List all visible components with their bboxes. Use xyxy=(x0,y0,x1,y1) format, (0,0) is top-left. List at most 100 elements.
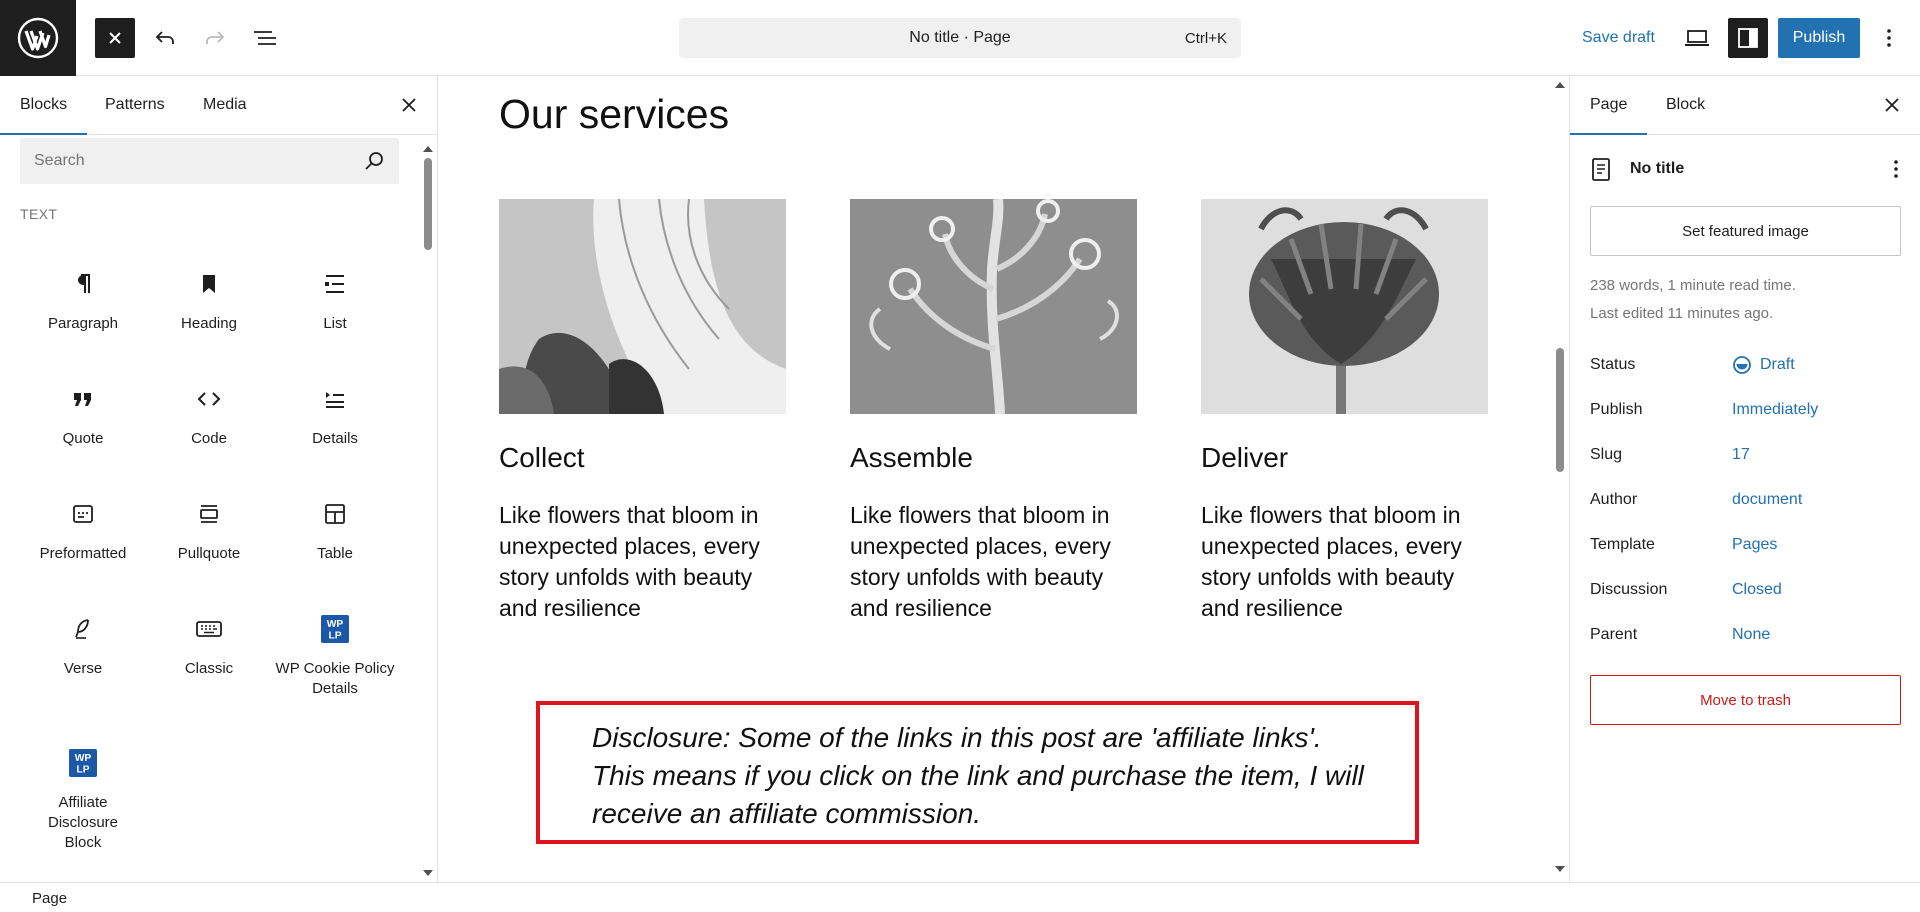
scrollbar-thumb[interactable] xyxy=(424,158,432,250)
paragraph-icon xyxy=(69,270,97,298)
slug-value[interactable]: 17 xyxy=(1732,446,1750,464)
heading-icon xyxy=(195,270,223,298)
service-description[interactable]: Like flowers that bloom in unexpected pl… xyxy=(499,500,789,624)
wordpress-logo-icon[interactable] xyxy=(0,0,76,76)
tab-blocks[interactable]: Blocks xyxy=(0,96,88,135)
undo-button[interactable] xyxy=(145,18,185,58)
property-label: Template xyxy=(1590,536,1655,553)
block-affiliate-disclosure[interactable]: WP LP Affiliate Disclosure Block xyxy=(20,749,146,853)
parent-value[interactable]: None xyxy=(1732,626,1770,644)
block-code[interactable]: Code xyxy=(146,385,272,449)
tab-block[interactable]: Block xyxy=(1666,96,1705,114)
block-pullquote[interactable]: Pullquote xyxy=(146,500,272,564)
desktop-icon xyxy=(1685,30,1709,46)
author-value[interactable]: document xyxy=(1732,491,1802,509)
service-title[interactable]: Collect xyxy=(499,442,585,474)
block-quote[interactable]: Quote xyxy=(20,385,146,449)
details-icon xyxy=(321,385,349,413)
block-preformatted[interactable]: Preformatted xyxy=(20,500,146,564)
document-overview-button[interactable] xyxy=(245,18,285,58)
svg-text:LP: LP xyxy=(328,630,341,641)
property-label: Discussion xyxy=(1590,581,1668,598)
editor-header: No title · Page Ctrl+K Save draft Publis… xyxy=(0,0,1920,76)
preview-button[interactable] xyxy=(1677,18,1717,58)
status-value[interactable]: Draft xyxy=(1760,356,1795,374)
publish-button[interactable]: Publish xyxy=(1778,18,1860,58)
block-heading[interactable]: Heading xyxy=(146,270,272,334)
block-label: List xyxy=(323,315,347,332)
property-label: Author xyxy=(1590,491,1638,508)
close-inserter-button[interactable] xyxy=(95,18,135,58)
property-parent: Parent None xyxy=(1590,626,1901,650)
list-icon xyxy=(321,270,349,298)
property-label: Status xyxy=(1590,356,1636,373)
inserter-scrollbar[interactable] xyxy=(420,142,436,882)
block-details[interactable]: Details xyxy=(272,385,398,449)
discussion-value[interactable]: Closed xyxy=(1732,581,1782,599)
quote-icon xyxy=(69,385,97,413)
inserter-tabs: Blocks Patterns Media xyxy=(0,76,437,135)
more-vertical-icon[interactable] xyxy=(1891,157,1901,181)
block-verse[interactable]: Verse xyxy=(20,615,146,679)
service-description[interactable]: Like flowers that bloom in unexpected pl… xyxy=(1201,500,1491,624)
command-palette-bar[interactable]: No title · Page Ctrl+K xyxy=(679,18,1241,58)
property-template: Template Pages xyxy=(1590,536,1901,560)
property-status: Status Draft xyxy=(1590,356,1901,380)
service-title[interactable]: Deliver xyxy=(1201,442,1288,474)
set-featured-image-button[interactable]: Set featured image xyxy=(1590,206,1901,256)
breadcrumb[interactable]: Page xyxy=(32,890,67,907)
wplp-icon: WP LP xyxy=(69,749,97,777)
property-publish: Publish Immediately xyxy=(1590,401,1901,425)
publish-value[interactable]: Immediately xyxy=(1732,401,1818,419)
block-wp-cookie-policy-details[interactable]: WP LP WP Cookie Policy Details xyxy=(272,615,398,699)
svg-text:WP: WP xyxy=(75,753,92,764)
editor-canvas[interactable]: Our services Collect Like flowers that b… xyxy=(439,76,1569,882)
more-vertical-icon xyxy=(1887,29,1891,47)
search-icon xyxy=(365,152,383,170)
keyboard-icon xyxy=(195,615,223,643)
block-table[interactable]: Table xyxy=(272,500,398,564)
tab-patterns[interactable]: Patterns xyxy=(105,96,165,114)
canvas-scrollbar[interactable] xyxy=(1552,76,1568,882)
block-label: Verse xyxy=(63,660,103,677)
scrollbar-thumb[interactable] xyxy=(1556,348,1564,472)
affiliate-disclosure-block[interactable]: Disclosure: Some of the links in this po… xyxy=(536,701,1419,844)
service-title[interactable]: Assemble xyxy=(850,442,973,474)
property-discussion: Discussion Closed xyxy=(1590,581,1901,605)
options-button[interactable] xyxy=(1869,18,1909,58)
close-icon[interactable] xyxy=(398,94,420,116)
wplp-icon: WP LP xyxy=(321,615,349,643)
settings-toggle-button[interactable] xyxy=(1728,18,1768,58)
block-list[interactable]: List xyxy=(272,270,398,334)
category-heading: TEXT xyxy=(20,206,58,222)
property-label: Parent xyxy=(1590,626,1638,643)
bell-flower-photo[interactable] xyxy=(499,199,786,414)
close-icon[interactable] xyxy=(1881,94,1903,116)
redo-button[interactable] xyxy=(195,18,235,58)
svg-text:WP: WP xyxy=(327,619,344,630)
page-heading[interactable]: Our services xyxy=(499,91,729,138)
artichoke-photo[interactable] xyxy=(1201,199,1488,414)
disclosure-text[interactable]: Disclosure: Some of the links in this po… xyxy=(592,719,1375,833)
service-description[interactable]: Like flowers that bloom in unexpected pl… xyxy=(850,500,1140,624)
curled-plant-photo[interactable] xyxy=(850,199,1137,414)
template-value[interactable]: Pages xyxy=(1732,536,1777,554)
move-to-trash-button[interactable]: Move to trash xyxy=(1590,675,1901,725)
block-label: Table xyxy=(317,545,353,562)
search-input[interactable] xyxy=(20,138,350,184)
block-paragraph[interactable]: Paragraph xyxy=(20,270,146,334)
property-author: Author document xyxy=(1590,491,1901,515)
block-label: Preformatted xyxy=(39,545,127,562)
save-draft-button[interactable]: Save draft xyxy=(1582,29,1655,47)
last-edited: Last edited 11 minutes ago. xyxy=(1590,305,1774,322)
list-view-icon xyxy=(254,31,276,45)
block-classic[interactable]: Classic xyxy=(146,615,272,679)
table-icon xyxy=(321,500,349,528)
tab-media[interactable]: Media xyxy=(203,96,247,114)
tab-page[interactable]: Page xyxy=(1569,96,1648,135)
page-icon xyxy=(1592,158,1610,181)
undo-icon xyxy=(155,31,174,44)
keyboard-shortcut-hint: Ctrl+K xyxy=(1184,30,1227,47)
block-label: Details xyxy=(312,430,358,447)
code-icon xyxy=(195,385,223,413)
